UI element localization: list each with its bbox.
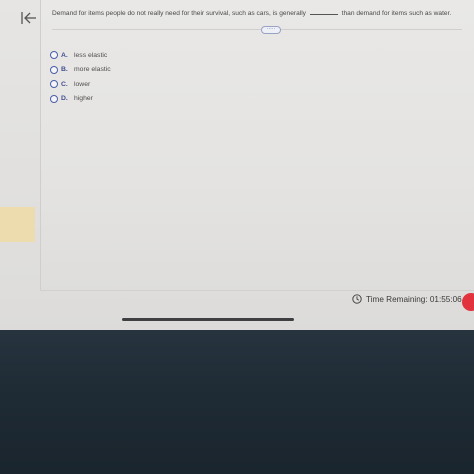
option-text: less elastic <box>74 51 108 59</box>
question-text: Demand for items people do not really ne… <box>52 8 462 17</box>
timer-label: Time Remaining: <box>366 294 428 304</box>
home-indicator[interactable] <box>122 318 294 321</box>
device-bezel <box>0 330 474 474</box>
option-text: higher <box>74 95 93 103</box>
rail-highlight <box>0 207 35 242</box>
radio-icon[interactable] <box>50 94 58 103</box>
left-rail <box>0 0 41 290</box>
radio-icon[interactable] <box>50 51 58 60</box>
radio-icon[interactable] <box>50 80 58 89</box>
record-indicator[interactable] <box>462 293 474 311</box>
clock-icon <box>352 294 362 304</box>
time-remaining: Time Remaining: 01:55:06 <box>352 294 462 304</box>
question-text-before: Demand for items people do not really ne… <box>52 10 306 17</box>
option-a[interactable]: A. less elastic <box>50 48 111 63</box>
radio-icon[interactable] <box>50 65 58 74</box>
option-d[interactable]: D. higher <box>50 92 111 107</box>
option-c[interactable]: C. lower <box>50 77 111 92</box>
answer-options: A. less elastic B. more elastic C. lower… <box>50 48 111 106</box>
option-letter: C. <box>61 80 68 88</box>
footer-divider <box>40 290 474 291</box>
timer-value: 01:55:06 <box>429 294 462 304</box>
option-text: more elastic <box>74 66 111 74</box>
answer-blank <box>309 8 338 15</box>
divider <box>52 29 462 30</box>
question-text-after: than demand for items such as water. <box>341 10 452 17</box>
option-letter: D. <box>61 95 68 103</box>
collapse-panel-icon[interactable] <box>20 10 38 26</box>
quiz-screen: Demand for items people do not really ne… <box>0 0 474 330</box>
option-letter: B. <box>61 66 68 74</box>
more-button[interactable]: ····· <box>261 26 281 34</box>
option-b[interactable]: B. more elastic <box>50 63 111 78</box>
option-text: lower <box>74 80 91 88</box>
option-letter: A. <box>61 51 68 59</box>
